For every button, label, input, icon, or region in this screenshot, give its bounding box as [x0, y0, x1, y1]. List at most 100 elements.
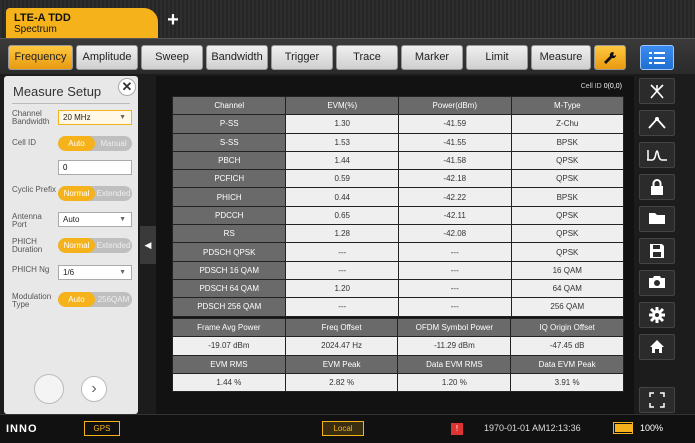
- measure-setup-panel: Measure Setup ✕ Channel Bandwidth 20 MHz…: [4, 76, 138, 414]
- phich-duration-toggle[interactable]: Normal Extended: [58, 238, 132, 253]
- main-menu-button[interactable]: [640, 45, 674, 70]
- channel-name-cell: PDSCH 256 QAM: [171, 297, 287, 317]
- panel-collapse-handle[interactable]: ◀: [140, 226, 156, 264]
- menu-trace[interactable]: Trace: [336, 45, 398, 70]
- toggle-normal: Normal: [58, 186, 95, 201]
- status-bar: INNO GPS Local ! 1970-01-01 AM12:13:36 1…: [0, 414, 695, 443]
- tab-strip: LTE-A TDD Spectrum +: [0, 0, 695, 38]
- value-cell: -42.11: [397, 205, 512, 226]
- measurement-display: Cell ID 0(0,0) Channel EVM(%) Power(dBm)…: [156, 76, 634, 414]
- menu-amplitude[interactable]: Amplitude: [76, 45, 138, 70]
- value-cell: 1.44: [285, 150, 399, 171]
- gear-icon: [649, 307, 665, 323]
- summary-header: EVM RMS: [172, 354, 286, 374]
- antenna-port-label: Antenna Port: [12, 212, 42, 229]
- channel-table: Channel EVM(%) Power(dBm) M-Type P-SS 1.3…: [171, 95, 625, 317]
- modulation-type-toggle[interactable]: Auto 256QAM: [58, 292, 132, 307]
- screenshot-button[interactable]: [639, 270, 675, 296]
- value-cell: 1.53: [285, 132, 399, 152]
- toggle-extended: Extended: [96, 189, 131, 198]
- fullscreen-icon: [649, 392, 665, 408]
- value-cell: QPSK: [510, 169, 625, 189]
- summary-header: OFDM Symbol Power: [397, 317, 512, 338]
- menu-bandwidth[interactable]: Bandwidth: [206, 45, 268, 70]
- value-cell: QPSK: [510, 205, 625, 226]
- pulse-button[interactable]: [639, 142, 675, 168]
- channel-name-cell: PDSCH 64 QAM: [171, 278, 287, 299]
- chevron-down-icon: ▼: [119, 114, 126, 121]
- add-tab-button[interactable]: +: [164, 10, 182, 30]
- channel-name-cell: RS: [171, 224, 287, 244]
- chevron-down-icon: ▼: [119, 269, 126, 276]
- channel-name-cell: PDSCH QPSK: [171, 242, 287, 262]
- summary-value: -19.07 dBm: [172, 336, 286, 356]
- menu-frequency[interactable]: Frequency: [8, 45, 73, 70]
- local-indicator[interactable]: Local: [322, 421, 364, 436]
- cyclic-prefix-label: Cyclic Prefix: [12, 185, 57, 194]
- wrench-button[interactable]: [594, 45, 626, 70]
- menu-trigger[interactable]: Trigger: [271, 45, 333, 70]
- col-header: M-Type: [510, 95, 625, 116]
- value-cell: ---: [285, 242, 399, 262]
- menu-limit[interactable]: Limit: [466, 45, 528, 70]
- antenna-port-dropdown[interactable]: Auto ▼: [58, 212, 132, 227]
- cell-id-input[interactable]: 0: [58, 160, 132, 175]
- summary-table: Frame Avg Power Freq Offset OFDM Symbol …: [172, 317, 624, 393]
- cyclic-prefix-toggle[interactable]: Normal Extended: [58, 186, 132, 201]
- table-row: PHICH 0.44 -42.22 BPSK: [171, 187, 625, 207]
- battery-icon: [613, 422, 633, 434]
- gps-indicator[interactable]: GPS: [84, 421, 120, 436]
- chevron-right-icon: ›: [91, 380, 97, 397]
- channel-name-cell: PDSCH 16 QAM: [171, 260, 287, 280]
- summary-header: Freq Offset: [284, 317, 399, 338]
- channel-table-body: P-SS 1.30 -41.59 Z-Chu S-SS 1.53 -41.55 BPSK PBC…: [171, 114, 625, 317]
- table-row: PDSCH 256 QAM --- --- 256 QAM: [171, 297, 625, 317]
- value-cell: -41.59: [397, 114, 512, 134]
- panel-title: Measure Setup: [13, 84, 102, 99]
- value-cell: BPSK: [510, 132, 625, 152]
- battery-fill: [615, 424, 633, 432]
- peak-button[interactable]: [639, 110, 675, 136]
- home-button[interactable]: [639, 334, 675, 360]
- channel-bandwidth-dropdown[interactable]: 20 MHz ▼: [58, 110, 132, 125]
- app-window: LTE-A TDD Spectrum + Frequency Amplitude…: [0, 0, 695, 443]
- cell-id-readout-label: Cell ID: [580, 83, 602, 90]
- cell-id-toggle[interactable]: Auto Manual: [58, 136, 132, 151]
- summary-value: -47.45 dB: [510, 336, 624, 356]
- cell-id-readout: Cell ID 0(0,0): [581, 83, 622, 90]
- next-page-button[interactable]: ›: [81, 376, 107, 402]
- mode-tab[interactable]: LTE-A TDD Spectrum: [6, 8, 158, 38]
- brand-logo: INNO: [6, 423, 38, 435]
- channel-name-cell: PCFICH: [171, 169, 287, 189]
- cell-id-label: Cell ID: [12, 138, 37, 147]
- table-row: RS 1.28 -42.08 QPSK: [171, 224, 625, 244]
- cell-id-readout-value: 0(0,0): [603, 83, 622, 90]
- folder-button[interactable]: [639, 206, 675, 232]
- menu-measure[interactable]: Measure: [531, 45, 591, 70]
- settings-button[interactable]: [639, 302, 675, 328]
- divider: [12, 103, 130, 104]
- menu-marker[interactable]: Marker: [401, 45, 463, 70]
- close-icon[interactable]: ✕: [118, 78, 136, 96]
- lock-button[interactable]: [639, 174, 675, 200]
- save-button[interactable]: [639, 238, 675, 264]
- value-cell: QPSK: [510, 242, 625, 262]
- fullscreen-button[interactable]: [639, 387, 675, 413]
- antenna-icon: [650, 84, 664, 99]
- antenna-button[interactable]: [639, 78, 675, 104]
- value-cell: ---: [397, 242, 512, 262]
- phich-ng-dropdown[interactable]: 1/6 ▼: [58, 265, 132, 280]
- previous-page-button[interactable]: [34, 374, 64, 404]
- home-icon: [650, 340, 664, 353]
- table-row: PCFICH 0.59 -42.18 QPSK: [171, 169, 625, 189]
- value-cell: 0.59: [285, 169, 399, 189]
- lock-icon: [651, 179, 663, 195]
- chevron-down-icon: ▼: [119, 216, 126, 223]
- menu-sweep[interactable]: Sweep: [141, 45, 203, 70]
- channel-bandwidth-value: 20 MHz: [63, 113, 91, 122]
- menu-bar: Frequency Amplitude Sweep Bandwidth Trig…: [0, 38, 695, 74]
- value-cell: -42.18: [397, 169, 512, 189]
- table-row: PDSCH QPSK --- --- QPSK: [171, 242, 625, 262]
- peak-icon: [648, 117, 666, 129]
- toggle-manual: Manual: [100, 139, 127, 148]
